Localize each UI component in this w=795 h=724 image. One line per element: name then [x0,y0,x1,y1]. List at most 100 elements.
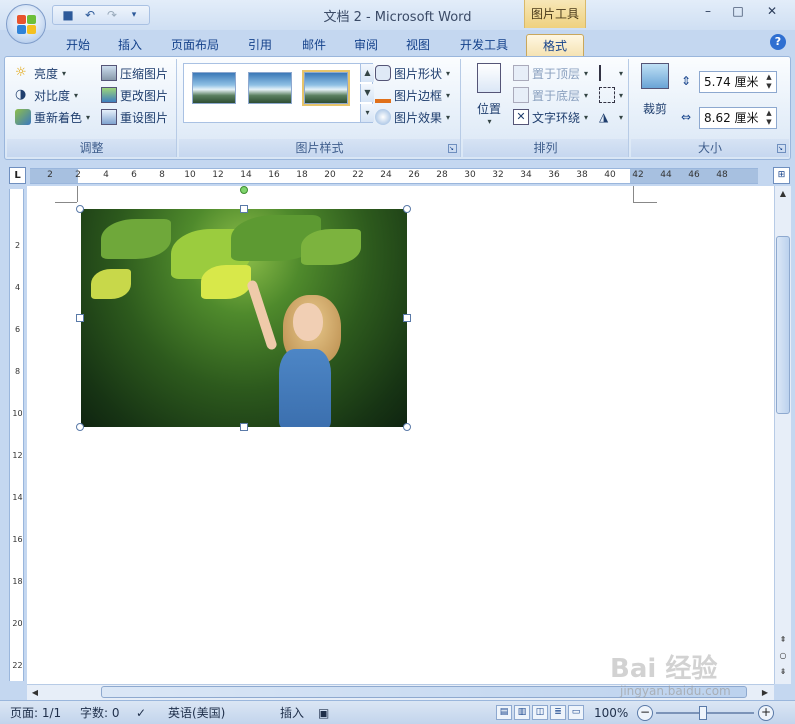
tab-mailings[interactable]: 邮件 [294,34,334,56]
text-wrapping-button[interactable]: ✕ 文字环绕 ▾ [513,107,588,127]
page-count[interactable]: 页面: 1/1 [10,705,61,721]
next-page-icon[interactable]: ⇟ [775,664,791,680]
bring-to-front-button[interactable]: 置于顶层 ▾ [513,63,588,83]
tab-developer[interactable]: 开发工具 [452,34,516,56]
gallery-down-icon[interactable]: ▼ [360,84,374,102]
vertical-scroll-thumb[interactable] [776,236,790,414]
document-page[interactable] [27,186,774,684]
language-indicator[interactable]: 英语(美国) [168,705,225,721]
width-spinner-icon[interactable]: ▲ ▼ [764,109,774,127]
tab-insert[interactable]: 插入 [110,34,150,56]
resize-handle-top[interactable] [240,205,248,213]
scroll-right-icon[interactable]: ▶ [757,685,773,701]
office-button[interactable] [6,4,46,44]
zoom-out-icon[interactable]: − [637,705,653,721]
resize-handle-top-right[interactable] [403,205,411,213]
horizontal-ruler[interactable]: 2 2 4 6 8 10 12 14 16 18 20 22 24 26 28 30 32 34 36 38 40 42 4… [30,168,758,184]
scroll-up-icon[interactable]: ▲ [775,186,791,202]
gallery-up-icon[interactable]: ▲ [360,64,374,82]
group-adjust: ☼ 亮度 ▾ ◑ 对比度 ▾ 重新着色 ▾ 压缩图片 更改图片 重设图片 调整 [7,59,177,157]
crop-mark [77,186,78,202]
tab-view[interactable]: 视图 [398,34,438,56]
tab-format[interactable]: 格式 [526,34,584,56]
outline-view-icon[interactable]: ≣ [550,705,566,720]
contrast-button[interactable]: ◑ 对比度 ▾ [15,85,78,105]
proofing-icon[interactable]: ✓ [136,705,146,721]
window-title: 文档 2 - Microsoft Word [323,10,472,25]
girl-arm [246,279,278,351]
group-objects-button[interactable]: ▾ [599,85,623,105]
picture-shape-button[interactable]: 图片形状 ▾ [375,63,450,83]
dialog-launcher-icon[interactable]: ↘ [448,144,457,153]
picture-effects-button[interactable]: 图片效果 ▾ [375,107,450,127]
scroll-left-icon[interactable]: ◀ [27,685,43,701]
print-layout-view-icon[interactable]: ▤ [496,705,512,720]
select-browse-object-icon[interactable]: ○ [775,648,791,664]
tab-references[interactable]: 引用 [240,34,280,56]
group-arrange: 位置 ▾ 置于顶层 ▾ 置于底层 ▾ ✕ 文字环绕 ▾ ▾ ▾ ◮ ▾ 排列 [463,59,629,157]
send-to-back-button[interactable]: 置于底层 ▾ [513,85,588,105]
shape-width-field[interactable]: 8.62 厘米 ▲ ▼ [699,107,777,129]
picture-border-button[interactable]: 图片边框 ▾ [375,85,450,105]
resize-handle-bottom-left[interactable] [76,423,84,431]
vertical-ruler[interactable]: 2 4 6 8 10 12 14 16 18 20 22 [9,189,24,681]
ruler-number: 18 [12,577,23,586]
picture-style-thumb[interactable] [248,72,292,104]
resize-handle-right[interactable] [403,314,411,322]
compress-pictures-button[interactable]: 压缩图片 [101,63,168,83]
maximize-button[interactable]: □ [724,4,752,22]
gallery-more-icon[interactable]: ▾ [360,104,374,122]
ruler-number: 24 [380,170,392,180]
tab-home[interactable]: 开始 [58,34,98,56]
align-button[interactable]: ▾ [599,63,623,83]
picture-styles-gallery: ▲ ▼ ▾ [183,63,374,123]
minimize-button[interactable]: – [694,4,722,22]
resize-handle-top-left[interactable] [76,205,84,213]
web-layout-view-icon[interactable]: ◫ [532,705,548,720]
tab-selector[interactable]: L [9,167,26,184]
word-count[interactable]: 字数: 0 [80,705,120,721]
crop-button[interactable]: 裁剪 [637,63,673,119]
ruler-number: 2 [14,241,21,250]
resize-handle-left[interactable] [76,314,84,322]
rotate-button[interactable]: ◮ ▾ [599,107,623,127]
group-arrange-label: 排列 [463,139,628,157]
view-ruler-icon[interactable]: ⊞ [773,167,790,184]
zoom-slider-knob[interactable] [699,706,707,720]
vertical-scrollbar[interactable]: ▲ ⇞ ○ ⇟ [774,186,791,684]
reset-picture-icon [101,109,117,125]
tab-page-layout[interactable]: 页面布局 [165,34,225,56]
draft-view-icon[interactable]: ▭ [568,705,584,720]
resize-handle-bottom[interactable] [240,423,248,431]
ruler-number: 20 [12,619,23,628]
ruler-number: 44 [660,170,672,180]
help-icon[interactable]: ? [770,34,786,50]
change-picture-button[interactable]: 更改图片 [101,85,168,105]
border-pen-icon [375,87,391,103]
full-screen-reading-view-icon[interactable]: ▥ [514,705,530,720]
ruler-number: 40 [604,170,616,180]
zoom-level[interactable]: 100% [594,705,628,721]
close-button[interactable]: ✕ [758,4,786,22]
previous-page-icon[interactable]: ⇞ [775,632,791,648]
recolor-button[interactable]: 重新着色 ▾ [15,107,90,127]
ruler-number: 8 [159,170,165,180]
brightness-button[interactable]: ☼ 亮度 ▾ [15,63,66,83]
tab-review[interactable]: 审阅 [346,34,386,56]
reset-picture-button[interactable]: 重设图片 [101,107,168,127]
shape-height-field[interactable]: 5.74 厘米 ▲ ▼ [699,71,777,93]
ruler-number: 6 [131,170,137,180]
picture-effects-label: 图片效果 [394,110,443,125]
insert-mode[interactable]: 插入 [280,705,304,721]
inserted-picture[interactable] [81,209,407,427]
zoom-in-icon[interactable]: + [758,705,774,721]
size-dialog-launcher-icon[interactable]: ↘ [777,144,786,153]
picture-style-thumb[interactable] [304,72,348,104]
send-back-icon [513,87,529,103]
rotation-handle[interactable] [240,186,248,194]
macro-record-icon[interactable]: ▣ [318,705,329,721]
height-spinner-icon[interactable]: ▲ ▼ [764,73,774,91]
resize-handle-bottom-right[interactable] [403,423,411,431]
picture-style-thumb[interactable] [192,72,236,104]
position-button[interactable]: 位置 ▾ [471,63,507,127]
